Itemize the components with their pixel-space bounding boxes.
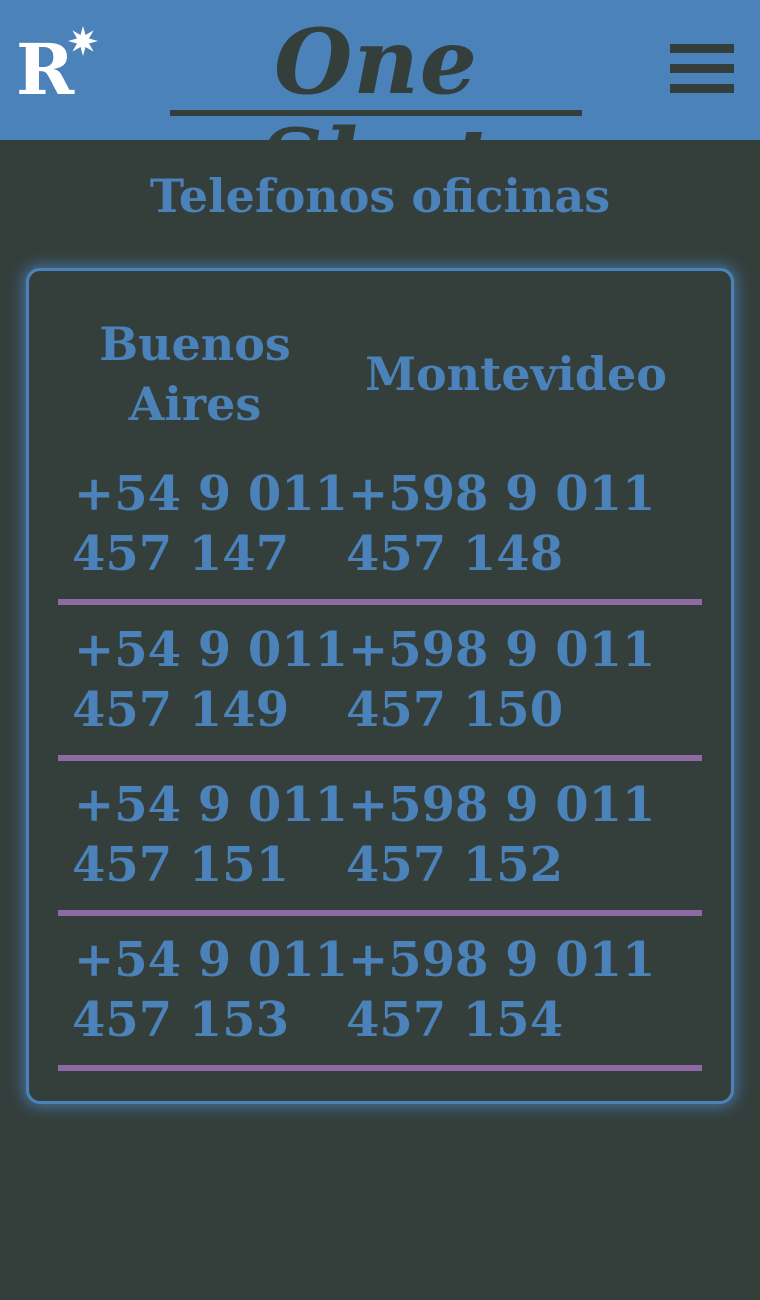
- phone-link-buenos-aires[interactable]: +54 9 011 457 149: [72, 620, 348, 740]
- menu-bar: [670, 44, 734, 53]
- phone-line: +598 9 011: [348, 466, 656, 522]
- phone-link-montevideo[interactable]: +598 9 011 457 154: [346, 930, 655, 1050]
- phone-line: 457 154: [346, 992, 564, 1048]
- column-header-montevideo: Montevideo: [365, 347, 667, 401]
- phone-link-buenos-aires[interactable]: +54 9 011 457 153: [72, 930, 348, 1050]
- row-divider: [58, 1065, 702, 1071]
- top-app-bar: R One Shot: [0, 0, 760, 212]
- phone-line: +598 9 011: [348, 932, 656, 988]
- phone-line: +54 9 011: [74, 466, 349, 522]
- menu-bar: [670, 84, 734, 93]
- phone-line: +54 9 011: [74, 777, 349, 833]
- brand-underline: [170, 110, 582, 116]
- phone-link-buenos-aires[interactable]: +54 9 011 457 151: [72, 775, 348, 895]
- menu-bar: [670, 64, 734, 73]
- row-divider: [58, 755, 702, 761]
- phone-line: +54 9 011: [74, 932, 349, 988]
- header-line: Buenos: [99, 317, 291, 371]
- phone-line: +54 9 011: [74, 622, 349, 678]
- phone-line: +598 9 011: [348, 622, 656, 678]
- phone-line: 457 147: [72, 526, 290, 582]
- row-divider: [58, 599, 702, 605]
- phone-line: 457 153: [72, 992, 290, 1048]
- phone-link-montevideo[interactable]: +598 9 011 457 152: [346, 775, 655, 895]
- phone-link-montevideo[interactable]: +598 9 011 457 150: [346, 620, 655, 740]
- page-title: Telefonos oficinas: [149, 169, 611, 223]
- phone-line: 457 149: [72, 682, 290, 738]
- header-line: Aires: [128, 377, 262, 431]
- site-logo[interactable]: R: [16, 30, 74, 110]
- row-divider: [58, 910, 702, 916]
- phone-line: +598 9 011: [348, 777, 656, 833]
- hamburger-menu-icon[interactable]: [670, 44, 734, 96]
- phone-link-buenos-aires[interactable]: +54 9 011 457 147: [72, 464, 348, 584]
- column-header-buenos-aires: Buenos Aires: [70, 314, 320, 434]
- phone-line: 457 151: [72, 837, 290, 893]
- phone-line: 457 152: [346, 837, 564, 893]
- asterisk-star-icon: [68, 26, 98, 56]
- phone-link-montevideo[interactable]: +598 9 011 457 148: [346, 464, 655, 584]
- phone-line: 457 150: [346, 682, 564, 738]
- phone-line: 457 148: [346, 526, 564, 582]
